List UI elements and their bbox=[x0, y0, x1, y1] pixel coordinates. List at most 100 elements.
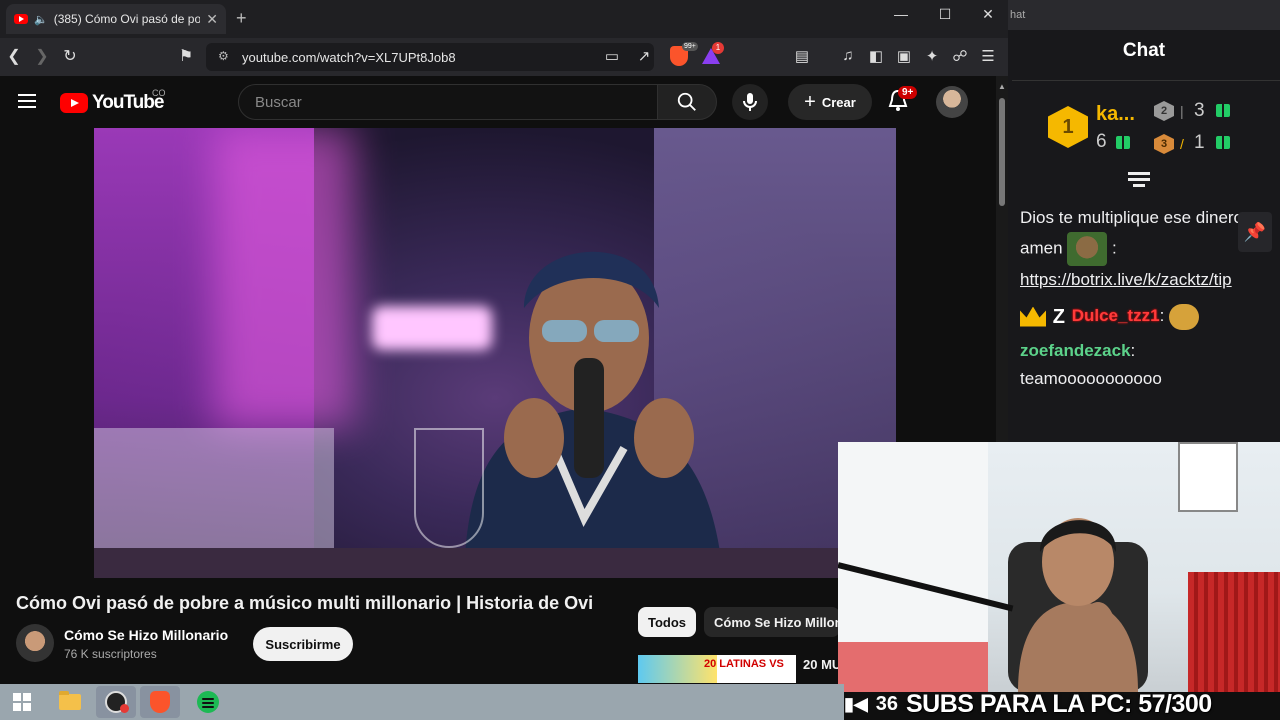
plus-icon: + bbox=[804, 90, 816, 113]
collapse-leaderboard-icon[interactable] bbox=[1128, 172, 1150, 190]
kick-sub-count: 36 bbox=[875, 692, 898, 715]
reader-mode-icon[interactable]: ▤ bbox=[792, 47, 812, 65]
related-video-thumbnail[interactable]: 20 LATINAS VS bbox=[638, 655, 796, 683]
subs-goal-text: SUBS PARA LA PC: 57/300 bbox=[906, 689, 1212, 718]
leader-rank-2-count: 3 bbox=[1194, 100, 1205, 121]
channel-subscribers: 76 K suscriptores bbox=[64, 647, 157, 661]
wallet-icon[interactable]: ▣ bbox=[894, 47, 914, 65]
search-input[interactable]: Buscar bbox=[238, 84, 658, 120]
windows-logo-icon bbox=[13, 693, 31, 711]
chat-message-colon: : bbox=[1130, 340, 1136, 360]
chat-message-link[interactable]: https://botrix.live/k/zacktz/tip bbox=[1020, 270, 1232, 289]
new-tab-button[interactable]: + bbox=[236, 8, 247, 29]
chat-divider bbox=[1012, 80, 1280, 81]
video-title: Cómo Ovi pasó de pobre a músico multi mi… bbox=[16, 593, 594, 613]
site-settings-icon[interactable]: ⚙ bbox=[218, 49, 229, 63]
reload-icon[interactable]: ↻ bbox=[60, 46, 80, 66]
related-thumbnail-text: 20 LATINAS VS bbox=[704, 658, 784, 670]
leader-rank-1-badge: 1 bbox=[1048, 106, 1088, 148]
channel-avatar[interactable] bbox=[16, 624, 54, 662]
youtube-play-icon bbox=[60, 93, 88, 113]
microphone-icon bbox=[743, 93, 757, 111]
chat-message-colon: : bbox=[1159, 306, 1165, 325]
account-avatar[interactable] bbox=[936, 86, 968, 118]
forward-icon[interactable]: ❯ bbox=[32, 46, 52, 66]
create-button[interactable]: + Crear bbox=[788, 84, 872, 120]
chat-username[interactable]: Dulce_tzz1 bbox=[1072, 306, 1160, 325]
subs-goal-overlay: ▮◀ 36 SUBS PARA LA PC: 57/300 bbox=[844, 688, 1280, 720]
gift-sub-icon bbox=[1216, 136, 1230, 149]
youtube-header: YouTube CO Buscar + Crear 9+ bbox=[0, 76, 996, 128]
brave-browser-icon bbox=[150, 691, 170, 713]
taskbar-spotify[interactable] bbox=[188, 686, 228, 718]
search-icon bbox=[677, 92, 696, 111]
youtube-favicon-icon bbox=[14, 14, 28, 24]
leader-rank-1-count: 6 bbox=[1096, 131, 1107, 152]
voice-search-button[interactable] bbox=[732, 84, 768, 120]
crown-badge-icon bbox=[1020, 306, 1046, 327]
scrollbar-thumb[interactable] bbox=[999, 98, 1005, 206]
back-icon[interactable]: ❮ bbox=[4, 46, 24, 66]
maximize-icon[interactable]: ☐ bbox=[930, 6, 960, 23]
url-field[interactable]: ⚙ youtube.com/watch?v=XL7UPt8Job8 bbox=[206, 43, 654, 71]
screen: 🔈 (385) Cómo Ovi pasó de pobre a músico … bbox=[0, 0, 1280, 720]
tab-youtube[interactable]: 🔈 (385) Cómo Ovi pasó de pobre a músico … bbox=[6, 4, 226, 34]
close-tab-icon[interactable]: ✕ bbox=[206, 11, 218, 28]
url-text: youtube.com/watch?v=XL7UPt8Job8 bbox=[242, 49, 456, 65]
video-scene-table bbox=[94, 548, 896, 578]
leader-rank-3-badge: 3 bbox=[1154, 134, 1174, 154]
chat-messages: Dios te multiplique ese dinero, amen : h… bbox=[1020, 204, 1250, 393]
chip-channel[interactable]: Cómo Se Hizo Millonario bbox=[704, 607, 840, 637]
bookmark-icon[interactable]: ⚑ bbox=[176, 46, 196, 66]
youtube-logo[interactable]: YouTube CO bbox=[60, 88, 166, 114]
notifications-badge: 9+ bbox=[898, 86, 918, 99]
subscribe-button[interactable]: Suscribirme bbox=[253, 627, 353, 661]
video-player[interactable] bbox=[94, 128, 896, 578]
taskbar-file-explorer[interactable] bbox=[50, 686, 90, 718]
face-emote-icon bbox=[1067, 232, 1108, 266]
channel-name[interactable]: Cómo Se Hizo Millonario bbox=[64, 627, 228, 643]
webcam-overlay bbox=[838, 442, 1280, 692]
leader-rank-1-name[interactable]: ka... bbox=[1096, 103, 1135, 126]
search-button[interactable] bbox=[657, 84, 717, 120]
video-scene-pink-glow bbox=[214, 128, 354, 428]
share-icon[interactable]: ↗ bbox=[634, 47, 654, 65]
leader-rank-2-badge: 2 bbox=[1154, 101, 1174, 121]
guide-menu-icon[interactable] bbox=[18, 94, 36, 108]
country-code: CO bbox=[152, 88, 166, 98]
rank-2-separator: | bbox=[1180, 103, 1184, 119]
obs-icon bbox=[105, 691, 129, 713]
tab-bar: 🔈 (385) Cómo Ovi pasó de pobre a músico … bbox=[0, 0, 1008, 38]
chat-message: Z Dulce_tzz1: bbox=[1020, 302, 1250, 331]
gift-sub-icon bbox=[1216, 104, 1230, 117]
cast-icon[interactable]: ▭ bbox=[602, 47, 622, 65]
sidebar-icon[interactable]: ◧ bbox=[866, 47, 886, 65]
rewards-count: 1 bbox=[712, 42, 724, 54]
webcam-chair bbox=[1188, 572, 1280, 692]
chat-message-text: Dios te multiplique ese dinero, amen bbox=[1020, 208, 1248, 258]
media-icon[interactable]: ♫ bbox=[838, 47, 858, 64]
taskbar-brave[interactable] bbox=[140, 686, 180, 718]
vpn-icon[interactable]: ☍ bbox=[950, 47, 970, 65]
pin-icon[interactable]: 📌 bbox=[1238, 212, 1272, 252]
start-button[interactable] bbox=[2, 686, 42, 718]
video-wine-glass bbox=[414, 428, 484, 548]
leo-ai-icon[interactable]: ✦ bbox=[922, 47, 942, 65]
speaker-icon[interactable]: 🔈 bbox=[34, 13, 48, 26]
rank-3-separator: / bbox=[1180, 136, 1184, 152]
close-window-icon[interactable]: ✕ bbox=[973, 6, 1003, 23]
chip-all[interactable]: Todos bbox=[638, 607, 697, 637]
scroll-up-icon[interactable]: ▲ bbox=[998, 82, 1006, 91]
taskbar-obs[interactable] bbox=[96, 686, 136, 718]
chat-window-titlebar: hat bbox=[1008, 0, 1280, 30]
chat-username[interactable]: zoefandezack bbox=[1020, 341, 1131, 360]
z-badge-icon: Z bbox=[1052, 305, 1065, 328]
webcam-wall-frame bbox=[1178, 442, 1238, 512]
sticker-emote-icon bbox=[1169, 303, 1200, 330]
menu-icon[interactable]: ☰ bbox=[978, 47, 998, 65]
chat-message-colon: : bbox=[1112, 238, 1117, 258]
folder-icon bbox=[59, 691, 81, 710]
address-bar: ❮ ❯ ↻ ⚑ ⚙ youtube.com/watch?v=XL7UPt8Job… bbox=[0, 38, 1008, 76]
chat-header: Chat bbox=[1122, 40, 1166, 61]
minimize-icon[interactable]: — bbox=[886, 6, 916, 22]
